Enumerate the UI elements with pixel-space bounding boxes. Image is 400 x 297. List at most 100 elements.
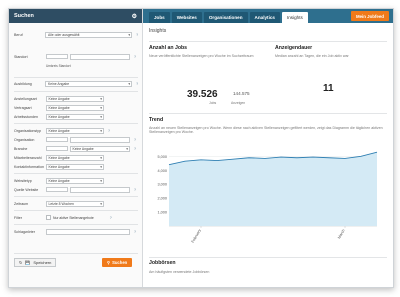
save-button[interactable]: ↻ 💾 Speichern xyxy=(14,258,57,267)
help-icon[interactable]: ? xyxy=(132,230,138,234)
chevron-down-icon: ▾ xyxy=(100,201,102,206)
trend-chart: 1,000 2,000 3,000 4,000 5,000 February March xyxy=(157,151,378,244)
jobboards-title: Jobbörsen xyxy=(149,260,176,266)
tab-organisationen[interactable]: Organisationen xyxy=(203,12,248,23)
organisation-input[interactable] xyxy=(70,136,130,143)
reset-icon: ↻ xyxy=(19,260,23,265)
filter-row-schlagwoerter: Schlagwörter ? xyxy=(14,228,140,235)
gear-icon[interactable]: ⚙ xyxy=(132,13,137,20)
anstellungsart-select[interactable]: Keine Angabe ▾ xyxy=(46,95,104,102)
radius-input[interactable] xyxy=(46,54,68,59)
filter-label: Zeitraum xyxy=(14,201,29,206)
arbeitsstunden-select[interactable]: Keine Angabe ▾ xyxy=(46,113,104,120)
chevron-down-icon: ▾ xyxy=(100,164,102,169)
jobs-count-title: Anzahl an Jobs xyxy=(149,45,188,51)
beruf-select[interactable]: Alle oder ausgewählt ▾ xyxy=(45,31,133,38)
help-icon[interactable]: ? xyxy=(132,138,138,142)
filter-row-websitetyp: Websitetyp Keine Angabe ▾ xyxy=(14,177,140,184)
divider xyxy=(149,113,387,114)
quelle-mode-select[interactable] xyxy=(46,187,68,192)
branche-select[interactable]: Keine Angabe ▾ xyxy=(70,145,130,152)
filter-label: Organisation xyxy=(14,137,35,142)
tab-analytics[interactable]: Analytics xyxy=(249,12,280,23)
ads-caption: Anzeigen xyxy=(231,101,246,105)
filter-row-zeitraum: Zeitraum Letzte 8 Wochen ▾ xyxy=(14,200,140,207)
page-title: Insights xyxy=(149,28,167,34)
help-icon[interactable]: ? xyxy=(134,33,140,37)
y-tick-label: 3,000 xyxy=(157,183,167,187)
kontaktinformation-select[interactable]: Keine Angabe ▾ xyxy=(46,163,104,170)
app-window: Suchen ⚙ Beruf Alle oder ausgewählt ▾ ? S… xyxy=(8,8,394,288)
filter-row-beruf: Beruf Alle oder ausgewählt ▾ ? xyxy=(14,31,140,38)
organisationstyp-select[interactable]: Keine Angabe ▾ xyxy=(46,127,104,134)
help-icon[interactable]: ? xyxy=(106,129,112,133)
chevron-down-icon: ▾ xyxy=(126,146,128,151)
filter-label: Kontaktinformation xyxy=(14,164,44,169)
filter-label: Anstellungsart xyxy=(14,96,37,101)
jobs-count-desc: Neue veröffentlichte Stellenanzeigen pro… xyxy=(149,54,254,58)
duration-title: Anzeigendauer xyxy=(275,45,313,51)
jobs-caption: Jobs xyxy=(209,101,217,105)
filter-label: Websitetyp xyxy=(14,178,32,183)
divider xyxy=(14,91,138,92)
filter-row-ausbildung: Ausbildung Keine Angabe ▾ ? xyxy=(14,80,140,87)
chevron-down-icon: ▾ xyxy=(128,32,131,37)
x-tick-label: March xyxy=(337,229,346,240)
filter-label: Schlagwörter xyxy=(14,229,35,234)
filter-label: Branche xyxy=(14,146,28,151)
duration-value: 11 xyxy=(323,83,334,94)
duration-desc: Median anzahl an Tagen, die ein Job akti… xyxy=(275,54,349,58)
save-icon: 💾 xyxy=(25,260,31,265)
help-icon[interactable]: ? xyxy=(134,82,140,86)
filter-label: Arbeitsstunden xyxy=(14,114,38,119)
active-only-checkbox[interactable] xyxy=(46,215,51,220)
divider xyxy=(149,41,387,42)
zeitraum-select[interactable]: Letzte 8 Wochen ▾ xyxy=(46,200,104,207)
filter-label: Beruf xyxy=(14,32,23,37)
chevron-down-icon: ▾ xyxy=(100,155,102,160)
chevron-down-icon: ▾ xyxy=(100,96,102,101)
tab-jobs[interactable]: Jobs xyxy=(149,12,170,23)
divider xyxy=(14,123,138,124)
filter-row-branche: Branche Keine Angabe ▾ ? xyxy=(14,145,140,152)
y-tick-label: 4,000 xyxy=(157,169,167,173)
trend-title: Trend xyxy=(149,117,164,123)
filter-label: Quelle Website xyxy=(14,187,39,192)
chevron-down-icon: ▾ xyxy=(100,114,102,119)
divider xyxy=(149,257,387,258)
ads-count-value: 144.575 xyxy=(233,91,250,96)
mitarbeiteranzahl-select[interactable]: Keine Angabe ▾ xyxy=(46,154,104,161)
tab-insights[interactable]: Insights xyxy=(281,12,308,23)
filter-row-standort: Standort ? xyxy=(14,53,140,60)
chevron-down-icon: ▾ xyxy=(128,81,131,86)
filter-row-vertragsart: Vertragsart Keine Angabe ▾ xyxy=(14,104,140,111)
help-icon[interactable]: ? xyxy=(132,188,138,192)
filter-row-organisation: Organisation ? xyxy=(14,136,140,143)
y-tick-label: 5,000 xyxy=(157,155,167,159)
help-icon[interactable]: ? xyxy=(132,55,138,59)
websitetyp-select[interactable]: Keine Angabe ▾ xyxy=(46,177,104,184)
my-jobfeed-button[interactable]: Mein Jobfeed xyxy=(350,11,389,21)
organisation-mode-select[interactable] xyxy=(46,137,68,142)
filter-row-quelle-website: Quelle Website ? xyxy=(14,186,140,193)
chevron-down-icon: ▾ xyxy=(100,105,102,110)
jobboards-desc: Am häufigsten verwendete Jobbörsen xyxy=(149,270,210,274)
help-icon[interactable]: ? xyxy=(108,216,114,220)
quelle-website-input[interactable] xyxy=(70,186,130,193)
search-button[interactable]: ⚲ Suchen xyxy=(102,258,133,267)
branche-mode-select[interactable] xyxy=(46,146,68,151)
filter-label: Standort xyxy=(14,54,28,59)
chevron-down-icon: ▾ xyxy=(100,178,102,183)
divider xyxy=(14,77,138,78)
divider xyxy=(14,196,138,197)
ausbildung-select[interactable]: Keine Angabe ▾ xyxy=(45,80,133,87)
tab-websites[interactable]: Websites xyxy=(171,12,202,23)
help-icon[interactable]: ? xyxy=(132,147,138,151)
divider xyxy=(14,253,138,254)
standort-input[interactable] xyxy=(70,53,130,60)
vertragsart-select[interactable]: Keine Angabe ▾ xyxy=(46,104,104,111)
filter-row-filter: Filter Nur aktive Stellenangebote ? xyxy=(14,214,140,221)
keywords-input[interactable] xyxy=(46,228,130,235)
divider xyxy=(14,224,138,225)
filter-row-arbeitsstunden: Arbeitsstunden Keine Angabe ▾ xyxy=(14,113,140,120)
